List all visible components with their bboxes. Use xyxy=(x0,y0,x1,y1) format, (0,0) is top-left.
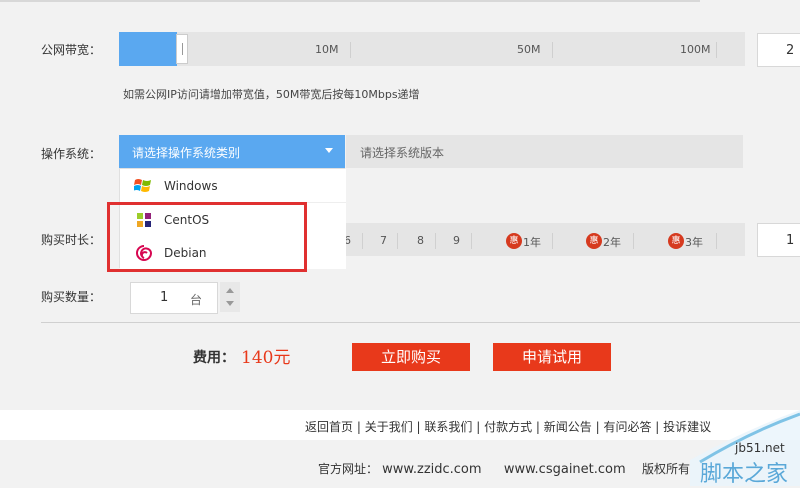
os-type-select[interactable]: 请选择操作系统类别 xyxy=(119,135,345,168)
top-divider xyxy=(0,0,700,2)
tick-label-50m: 50M xyxy=(517,43,541,56)
os-version-select[interactable]: 请选择系统版本 xyxy=(346,135,743,168)
footer-link-news[interactable]: 新闻公告 xyxy=(544,420,592,434)
watermark: jb51.net 脚本之家 xyxy=(690,410,800,487)
footer-link-contact[interactable]: 联系我们 xyxy=(424,420,472,434)
quantity-stepper[interactable] xyxy=(220,282,240,312)
bandwidth-label: 公网带宽： xyxy=(41,43,102,57)
promo-badge-icon: 惠 xyxy=(668,233,684,249)
promo-3-year[interactable]: 3年 xyxy=(685,234,703,250)
quantity-label: 购买数量： xyxy=(41,290,102,304)
copyright: 版权所有 xyxy=(641,462,690,476)
section-divider xyxy=(41,322,800,323)
separator xyxy=(435,233,436,249)
watermark-url: jb51.net xyxy=(735,441,785,455)
site-label: 官方网址： xyxy=(318,462,379,476)
duration-value-input[interactable]: 1 xyxy=(757,223,800,257)
chevron-up-icon[interactable] xyxy=(226,288,234,293)
os-option-windows[interactable]: Windows xyxy=(120,169,346,203)
promo-2-year[interactable]: 2年 xyxy=(603,234,621,250)
price-amount: 140元 xyxy=(241,348,291,368)
promo-badge-icon: 惠 xyxy=(506,233,522,249)
duration-label: 购买时长： xyxy=(41,233,102,247)
site-link-csgainet[interactable]: www.csgainet.com xyxy=(504,462,626,477)
separator xyxy=(362,233,363,249)
watermark-name: 脚本之家 xyxy=(700,462,789,487)
footer-link-about[interactable]: 关于我们 xyxy=(365,420,413,434)
separator xyxy=(633,233,634,249)
bandwidth-slider-track[interactable]: 10M 50M 100M xyxy=(119,32,745,66)
highlight-box xyxy=(107,202,307,272)
tick-mark xyxy=(350,42,351,58)
tick-label-10m: 10M xyxy=(315,43,339,56)
separator xyxy=(552,233,553,249)
footer-link-home[interactable]: 返回首页 xyxy=(305,420,353,434)
separator xyxy=(471,233,472,249)
tick-mark xyxy=(552,42,553,58)
os-label: 操作系统： xyxy=(41,147,102,161)
bandwidth-slider-fill xyxy=(119,32,177,66)
bandwidth-value-input[interactable]: 2 xyxy=(757,33,800,67)
footer-link-payment[interactable]: 付款方式 xyxy=(484,420,532,434)
bandwidth-slider-handle[interactable] xyxy=(176,34,188,64)
chevron-down-icon[interactable] xyxy=(226,301,234,306)
apply-trial-button[interactable]: 申请试用 xyxy=(493,343,611,371)
footer-sites: 官方网址： www.zzidc.com www.csgainet.com 版权所… xyxy=(318,460,690,477)
separator xyxy=(716,233,717,249)
footer-links: 返回首页 | 关于我们 | 联系我们 | 付款方式 | 新闻公告 | 有问必答 … xyxy=(305,420,712,434)
separator xyxy=(397,233,398,249)
bandwidth-hint: 如需公网IP访问请增加带宽值，50M带宽后按每10Mbps递增 xyxy=(123,88,420,101)
windows-icon xyxy=(133,177,152,193)
site-link-zzidc[interactable]: www.zzidc.com xyxy=(382,462,481,477)
tick-mark xyxy=(716,42,717,58)
promo-badge-icon: 惠 xyxy=(586,233,602,249)
tick-label-100m: 100M xyxy=(680,43,711,56)
caret-down-icon xyxy=(325,148,333,153)
promo-1-year[interactable]: 1年 xyxy=(523,234,541,250)
quantity-input[interactable]: 1 台 xyxy=(130,282,218,314)
buy-now-button[interactable]: 立即购买 xyxy=(352,343,470,371)
footer-link-faq[interactable]: 有问必答 xyxy=(603,420,651,434)
price-label: 费用： xyxy=(193,350,235,366)
